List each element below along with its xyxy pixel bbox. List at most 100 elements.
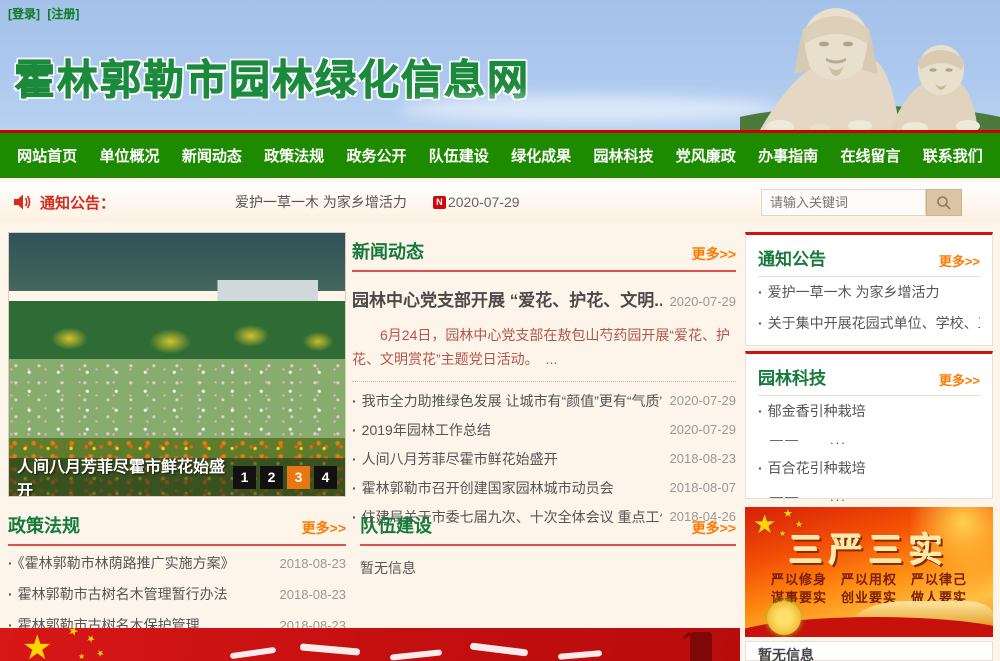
notices-box-title: 通知公告	[758, 245, 826, 270]
genghis-khan-statue-image	[740, 0, 1000, 130]
tech-list-item[interactable]: 郁金香引种栽培	[758, 396, 980, 427]
news-headline-date: 2020-07-29	[670, 294, 737, 309]
site-title: 霍林郭勒市园林绿化信息网	[14, 46, 530, 106]
nav-home[interactable]: 网站首页	[17, 145, 77, 166]
calligraphy-decoration	[558, 650, 602, 660]
garden-tech-header: 园林科技 更多>>	[758, 364, 980, 396]
notices-more-link[interactable]: 更多>>	[939, 251, 980, 270]
tech-item-sub: —— ...	[758, 427, 980, 453]
policy-section: 政策法规 更多>> 《霍林郭勒市林荫路推广实施方案》 2018-08-23 霍林…	[8, 512, 346, 639]
search-button[interactable]	[926, 189, 962, 216]
carousel-page-2[interactable]: 2	[260, 466, 283, 489]
nav-party-conduct[interactable]: 党风廉政	[676, 145, 736, 166]
news-item-date: 2020-07-29	[670, 422, 737, 437]
news-item-text: 我市全力助推绿色发展 让城市有“颜值”更有“气质”	[352, 391, 662, 411]
news-more-link[interactable]: 更多>>	[692, 244, 736, 264]
garden-tech-more-link[interactable]: 更多>>	[939, 370, 980, 389]
carousel-page-4[interactable]: 4	[314, 466, 337, 489]
login-link[interactable]: [登录]	[8, 7, 40, 21]
news-item-date: 2018-08-23	[670, 451, 737, 466]
news-header: 新闻动态 更多>>	[352, 238, 736, 272]
cloud-decoration	[400, 96, 780, 122]
sidebar-empty-box: 暂无信息	[745, 641, 993, 661]
new-badge-icon: N	[433, 196, 446, 209]
team-title: 队伍建设	[360, 512, 432, 538]
star-icon: ★	[66, 628, 81, 639]
star-icon: ★	[78, 652, 85, 661]
notices-box-header: 通知公告 更多>>	[758, 245, 980, 277]
carousel-photo-pink-flowers	[9, 359, 345, 438]
star-icon: ★	[93, 647, 106, 661]
statue-silhouette	[690, 632, 712, 661]
tech-list-item[interactable]: 百合花引种栽培	[758, 453, 980, 484]
news-section: 新闻动态 更多>> 园林中心党支部开展 “爱花、护花、文明... 2020-07…	[352, 238, 736, 531]
policy-more-link[interactable]: 更多>>	[302, 518, 346, 538]
garden-tech-title: 园林科技	[758, 364, 826, 389]
nav-online-message[interactable]: 在线留言	[840, 145, 900, 166]
nav-garden-tech[interactable]: 园林科技	[593, 145, 653, 166]
bottom-propaganda-banner[interactable]: ★ ★ ★ ★ ★	[0, 628, 740, 661]
team-empty-text: 暂无信息	[360, 558, 736, 578]
search-area	[761, 189, 962, 216]
carousel-photo-trees	[9, 301, 345, 359]
news-headline-row: 园林中心党支部开展 “爱花、护花、文明... 2020-07-29	[352, 286, 736, 311]
news-list-item[interactable]: 我市全力助推绿色发展 让城市有“颜值”更有“气质” 2020-07-29	[352, 386, 736, 415]
policy-list-item[interactable]: 霍林郭勒市古树名木管理暂行办法 2018-08-23	[8, 580, 346, 608]
carousel-page-3[interactable]: 3	[287, 466, 310, 489]
news-item-date: 2018-08-07	[670, 480, 737, 495]
banner-title: 三严三实	[745, 523, 993, 572]
nav-policy[interactable]: 政策法规	[264, 145, 324, 166]
news-title: 新闻动态	[352, 238, 424, 264]
three-stricts-banner[interactable]: ★ ★ ★ ★ 三严三实 严以修身 严以用权 严以律己 谋事要实 创业要实 做人…	[745, 507, 993, 637]
register-link[interactable]: [注册]	[47, 7, 79, 21]
star-icon: ★	[22, 628, 52, 661]
notice-bar: 通知公告： 爱护一草一木 为家乡增活力 N 2020-07-29	[0, 182, 1000, 222]
site-header: [登录] [注册] 霍林郭勒市园林绿化信息网	[0, 0, 1000, 130]
banner-slogan-1: 严以修身 严以用权 严以律己	[745, 569, 993, 588]
page: [登录] [注册] 霍林郭勒市园林绿化信息网	[0, 0, 1000, 661]
notice-label: 通知公告：	[40, 192, 115, 213]
policy-item-text: 《霍林郭勒市林荫路推广实施方案》	[8, 553, 235, 573]
nav-service-guide[interactable]: 办事指南	[758, 145, 818, 166]
news-summary[interactable]: 6月24日，园林中心党支部在敖包山芍药园开展“爱花、护花、文明赏花”主题党日活动…	[352, 323, 736, 371]
photo-carousel[interactable]: 人间八月芳菲尽霍市鲜花始盛开 1 2 3 4	[8, 232, 346, 497]
policy-title: 政策法规	[8, 512, 80, 538]
nav-gov-affairs[interactable]: 政务公开	[346, 145, 406, 166]
carousel-page-1[interactable]: 1	[233, 466, 256, 489]
garden-tech-box: 园林科技 更多>> 郁金香引种栽培 —— ... 百合花引种栽培 —— ...	[745, 351, 993, 499]
notice-list-item[interactable]: 爱护一草一木 为家乡增活力	[758, 277, 980, 308]
news-item-date: 2020-07-29	[670, 393, 737, 408]
policy-item-text: 霍林郭勒市古树名木管理暂行办法	[8, 584, 228, 604]
calligraphy-decoration	[300, 643, 360, 655]
policy-item-date: 2018-08-23	[280, 556, 347, 571]
auth-links: [登录] [注册]	[8, 5, 83, 22]
nav-team[interactable]: 队伍建设	[429, 145, 489, 166]
news-item-text: 2019年园林工作总结	[352, 420, 491, 440]
policy-list-item[interactable]: 《霍林郭勒市林荫路推广实施方案》 2018-08-23	[8, 549, 346, 577]
carousel-caption[interactable]: 人间八月芳菲尽霍市鲜花始盛开	[17, 453, 233, 497]
search-icon	[936, 195, 952, 211]
news-item-text: 人间八月芳菲尽霍市鲜花始盛开	[352, 449, 558, 469]
nav-greening-results[interactable]: 绿化成果	[511, 145, 571, 166]
search-input[interactable]	[761, 189, 926, 216]
calligraphy-decoration	[390, 649, 442, 660]
party-emblem-icon	[767, 601, 801, 635]
nav-about[interactable]: 单位概况	[99, 145, 159, 166]
news-list-item[interactable]: 人间八月芳菲尽霍市鲜花始盛开 2018-08-23	[352, 444, 736, 473]
team-more-link[interactable]: 更多>>	[692, 518, 736, 538]
star-icon: ★	[84, 632, 97, 646]
nav-news[interactable]: 新闻动态	[182, 145, 242, 166]
sidebar-empty-text: 暂无信息	[758, 645, 980, 661]
dotted-divider	[352, 381, 736, 382]
calligraphy-decoration	[470, 642, 528, 656]
team-header: 队伍建设 更多>>	[360, 512, 736, 546]
notice-list-item[interactable]: 关于集中开展花园式单位、学校、工厂...	[758, 308, 980, 339]
ticker-link[interactable]: 爱护一草一木 为家乡增活力	[235, 192, 407, 212]
news-list-item[interactable]: 2019年园林工作总结 2020-07-29	[352, 415, 736, 444]
news-list-item[interactable]: 霍林郭勒市召开创建国家园林城市动员会 2018-08-07	[352, 473, 736, 502]
news-headline-link[interactable]: 园林中心党支部开展 “爱花、护花、文明...	[352, 286, 662, 311]
carousel-pager: 1 2 3 4	[233, 466, 337, 489]
news-item-text: 霍林郭勒市召开创建国家园林城市动员会	[352, 478, 614, 498]
speaker-icon	[12, 193, 32, 211]
nav-contact[interactable]: 联系我们	[923, 145, 983, 166]
